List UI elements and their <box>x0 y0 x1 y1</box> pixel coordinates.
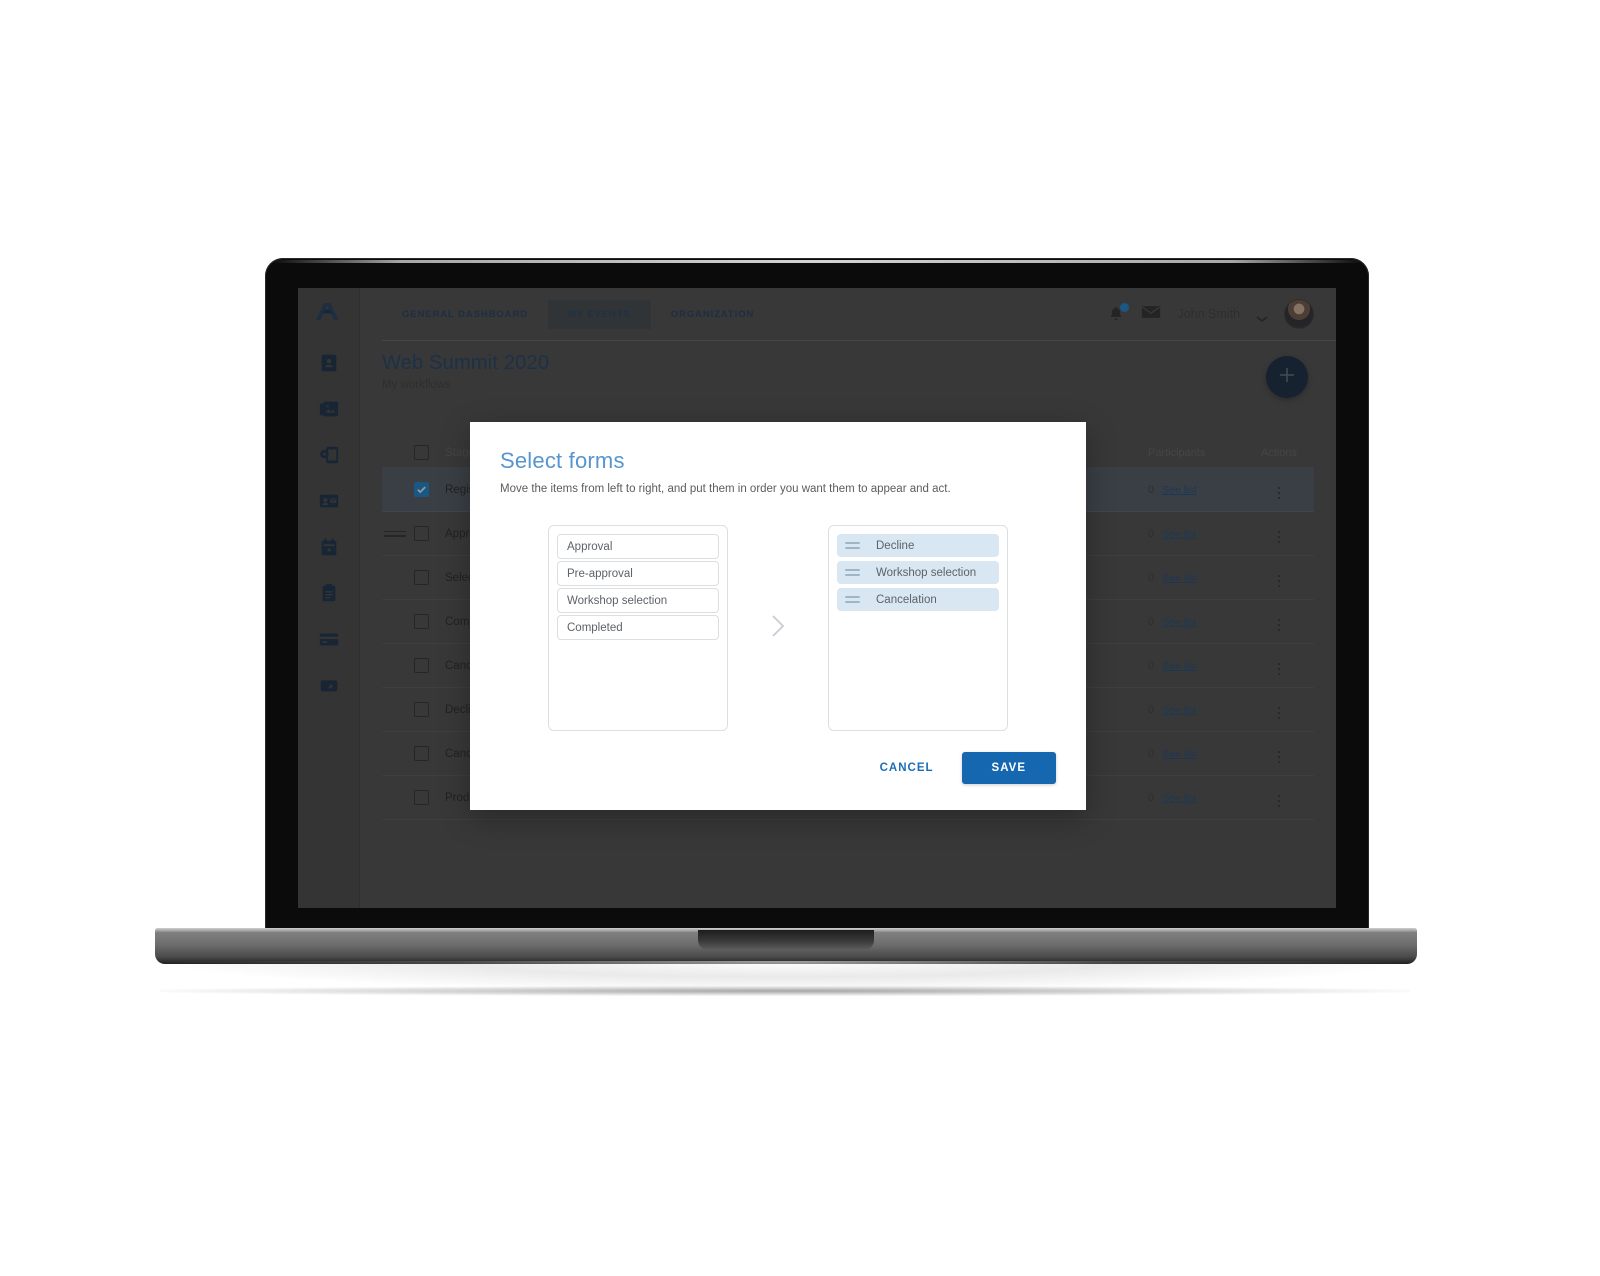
selected-form-item[interactable]: Cancelation <box>837 588 999 611</box>
select-forms-dialog: Select forms Move the items from left to… <box>470 422 1086 810</box>
selected-form-label: Cancelation <box>876 593 937 606</box>
laptop-base <box>155 928 1417 964</box>
selected-form-item[interactable]: Decline <box>837 534 999 557</box>
laptop-shadow <box>160 986 1410 996</box>
drag-handle-icon[interactable] <box>845 593 860 605</box>
selected-form-item[interactable]: Workshop selection <box>837 561 999 584</box>
cancel-button[interactable]: CANCEL <box>874 754 940 782</box>
laptop-screen: GENERAL DASHBOARD MY EVENTS ORGANIZATION <box>298 288 1336 908</box>
dialog-actions: CANCEL SAVE <box>874 752 1056 784</box>
dialog-description: Move the items from left to right, and p… <box>500 483 951 495</box>
available-forms-panel[interactable]: Approval Pre-approval Workshop selection… <box>548 525 728 731</box>
chevron-right-icon <box>767 611 789 646</box>
available-form-item[interactable]: Approval <box>557 534 719 559</box>
lid-top-gloss <box>271 260 1363 263</box>
available-form-item[interactable]: Completed <box>557 615 719 640</box>
selected-form-label: Workshop selection <box>876 566 977 579</box>
available-form-item[interactable]: Pre-approval <box>557 561 719 586</box>
transfer-list: Approval Pre-approval Workshop selection… <box>500 525 1056 731</box>
save-button[interactable]: SAVE <box>961 752 1056 784</box>
drag-handle-icon[interactable] <box>845 566 860 578</box>
laptop-mockup-scene: GENERAL DASHBOARD MY EVENTS ORGANIZATION <box>0 0 1600 1276</box>
drag-handle-icon[interactable] <box>845 539 860 551</box>
transfer-arrow[interactable] <box>728 525 828 731</box>
available-form-item[interactable]: Workshop selection <box>557 588 719 613</box>
dialog-title: Select forms <box>500 448 625 473</box>
application-window: GENERAL DASHBOARD MY EVENTS ORGANIZATION <box>298 288 1336 908</box>
laptop-base-notch <box>698 930 874 950</box>
selected-form-label: Decline <box>876 539 915 552</box>
selected-forms-panel[interactable]: Decline Workshop selection Cancelation <box>828 525 1008 731</box>
